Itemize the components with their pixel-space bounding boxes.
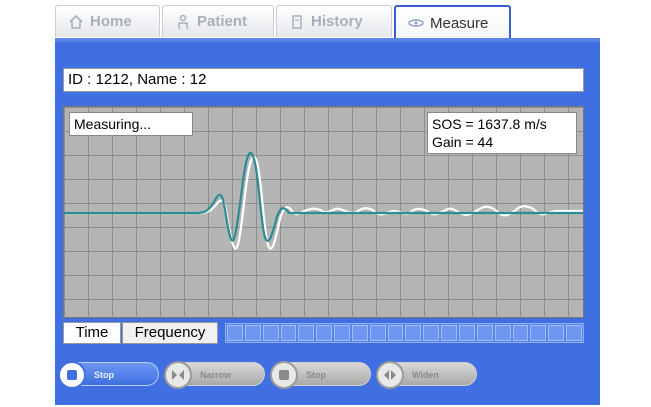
progress-segment (351, 325, 368, 341)
tab-bar: Home Patient History Measure (55, 5, 600, 39)
tab-measure[interactable]: Measure (394, 5, 511, 39)
progress-segment (369, 325, 386, 341)
progress-segment (423, 325, 440, 341)
progress-segment (387, 325, 404, 341)
widen-button[interactable]: Widen (376, 361, 477, 389)
patient-icon (175, 14, 191, 30)
time-mode-button[interactable]: Time (63, 322, 121, 344)
measure-panel: ID : 1212, Name : 12 Measuring... SOS = … (55, 38, 600, 405)
home-icon (68, 14, 84, 30)
progress-segment (316, 325, 333, 341)
gain-readout: Gain = 44 (432, 134, 494, 150)
measuring-status: Measuring... (69, 112, 193, 136)
progress-segment (458, 325, 475, 341)
tab-patient[interactable]: Patient (162, 5, 274, 37)
tab-home-label: Home (90, 13, 132, 30)
progress-segment (405, 325, 422, 341)
progress-segment (530, 325, 547, 341)
widen-icon (376, 361, 404, 389)
narrow-button[interactable]: Narrow (164, 361, 265, 389)
progress-segment (244, 325, 261, 341)
stop-icon-disabled (270, 361, 298, 389)
frequency-mode-button[interactable]: Frequency (122, 322, 218, 344)
history-icon (289, 14, 305, 30)
stop-button-disabled[interactable]: Stop (270, 361, 371, 389)
progress-segment (566, 325, 582, 341)
stop-icon (58, 361, 86, 389)
narrow-button-label: Narrow (200, 370, 232, 380)
progress-segment (548, 325, 565, 341)
patient-id-bar: ID : 1212, Name : 12 (63, 68, 584, 92)
signal-white-trace (64, 155, 583, 250)
tab-home[interactable]: Home (55, 5, 160, 37)
waveform-plot: Measuring... SOS = 1637.8 m/s Gain = 44 (63, 106, 584, 318)
mode-bar: Time Frequency (63, 322, 584, 344)
readout-box: SOS = 1637.8 m/s Gain = 44 (427, 112, 577, 154)
tab-measure-label: Measure (430, 14, 489, 32)
progress-segment (494, 325, 511, 341)
tab-history-label: History (311, 13, 363, 30)
signal-teal-trace (64, 151, 583, 243)
sos-readout: SOS = 1637.8 m/s (432, 116, 547, 132)
narrow-icon (164, 361, 192, 389)
stop-button-active[interactable]: Stop (58, 361, 159, 389)
measure-progress-bar (225, 323, 584, 343)
progress-segment (512, 325, 529, 341)
progress-segment (227, 325, 243, 341)
progress-segment (298, 325, 315, 341)
measure-icon (408, 15, 424, 31)
progress-segment (334, 325, 350, 341)
stop-button-disabled-label: Stop (306, 370, 326, 380)
stop-button-label: Stop (94, 370, 114, 380)
tab-history[interactable]: History (276, 5, 392, 37)
progress-segment (280, 325, 297, 341)
progress-segment (262, 325, 279, 341)
progress-segment (441, 325, 457, 341)
widen-button-label: Widen (412, 370, 439, 380)
progress-segment (476, 325, 493, 341)
tab-patient-label: Patient (197, 13, 248, 30)
